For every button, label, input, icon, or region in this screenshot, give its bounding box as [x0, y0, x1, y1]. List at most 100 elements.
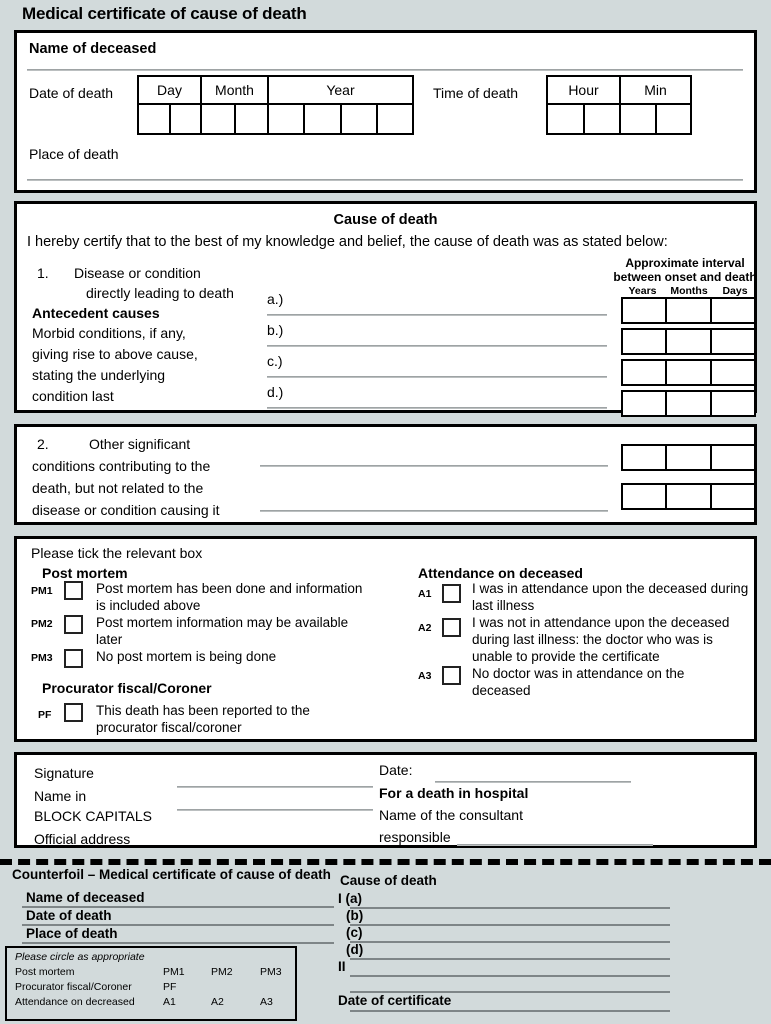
other-line-1: Other significant	[89, 436, 191, 452]
other-interval-1-months[interactable]	[667, 446, 712, 469]
other-conditions-input-2[interactable]	[260, 510, 608, 512]
counterfoil-cause-input-c[interactable]	[350, 941, 670, 943]
date-cell-day-2[interactable]	[171, 105, 201, 133]
date-cell-day-1[interactable]	[139, 105, 171, 133]
date-cell-year-3[interactable]	[342, 105, 378, 133]
cause-entry-label-d: d.)	[267, 384, 284, 400]
a2-checkbox[interactable]	[442, 618, 461, 637]
a1-checkbox[interactable]	[442, 584, 461, 603]
date-cell-year-4[interactable]	[378, 105, 412, 133]
interval-row-d[interactable]	[621, 390, 756, 417]
interval-b-days[interactable]	[712, 330, 754, 353]
other-interval-1-days[interactable]	[712, 446, 754, 469]
date-input[interactable]	[435, 781, 631, 783]
date-header-day: Day	[139, 77, 200, 105]
counterfoil-cause-input-d[interactable]	[350, 958, 670, 960]
other-conditions-panel: 2. Other significant conditions contribu…	[14, 424, 757, 525]
pm1-checkbox[interactable]	[64, 581, 83, 600]
interval-row-a[interactable]	[621, 297, 756, 324]
cause-item-line-1: Disease or condition	[74, 265, 201, 281]
other-interval-2-months[interactable]	[667, 485, 712, 508]
other-interval-row-2[interactable]	[621, 483, 756, 510]
other-interval-row-1[interactable]	[621, 444, 756, 471]
tear-off-divider	[0, 859, 771, 865]
time-cell-min-2[interactable]	[657, 105, 691, 133]
counterfoil-title: Counterfoil – Medical certificate of cau…	[12, 867, 331, 882]
circle-row-1-code-2[interactable]: PM2	[211, 966, 233, 978]
date-of-death-grid[interactable]: Day Month Year	[137, 75, 414, 135]
pm3-checkbox[interactable]	[64, 649, 83, 668]
interval-row-c[interactable]	[621, 359, 756, 386]
antecedent-line-2: giving rise to above cause,	[32, 346, 198, 362]
time-of-death-grid[interactable]: Hour Min	[546, 75, 692, 135]
cause-entry-input-c[interactable]	[267, 376, 607, 378]
counterfoil-cause-input-a[interactable]	[350, 907, 670, 909]
circle-row-1-code-3[interactable]: PM3	[260, 966, 282, 978]
place-of-death-input[interactable]	[27, 179, 743, 181]
pf-label-line-2: procurator fiscal/coroner	[96, 720, 242, 735]
circle-row-3-code-2[interactable]: A2	[211, 996, 224, 1008]
date-cell-month-1[interactable]	[202, 105, 236, 133]
other-interval-1-years[interactable]	[623, 446, 668, 469]
counterfoil-place-of-death-input[interactable]	[22, 942, 334, 944]
cause-entry-input-b[interactable]	[267, 345, 607, 347]
interval-d-days[interactable]	[712, 392, 754, 415]
interval-b-years[interactable]	[623, 330, 668, 353]
counterfoil-name-of-deceased-label: Name of deceased	[26, 890, 145, 905]
cause-item-number: 1.	[37, 265, 49, 281]
interval-c-days[interactable]	[712, 361, 754, 384]
circle-row-3-code-1[interactable]: A1	[163, 996, 176, 1008]
a2-label-line-3: unable to provide the certificate	[472, 649, 660, 664]
name-in-block-capitals-input[interactable]	[177, 809, 373, 811]
circle-row-1-code-1[interactable]: PM1	[163, 966, 185, 978]
pm2-checkbox[interactable]	[64, 615, 83, 634]
interval-d-years[interactable]	[623, 392, 668, 415]
time-of-death-label: Time of death	[433, 85, 519, 101]
other-conditions-input-1[interactable]	[260, 465, 608, 467]
date-cell-month-2[interactable]	[236, 105, 268, 133]
cause-of-death-heading: Cause of death	[333, 212, 438, 228]
cause-entry-input-a[interactable]	[267, 314, 607, 316]
interval-b-months[interactable]	[667, 330, 712, 353]
cause-entry-label-c: c.)	[267, 353, 283, 369]
interval-column-months: Months	[670, 285, 708, 297]
interval-a-years[interactable]	[623, 299, 668, 322]
interval-a-months[interactable]	[667, 299, 712, 322]
time-cell-hour-2[interactable]	[585, 105, 620, 133]
interval-a-days[interactable]	[712, 299, 754, 322]
name-of-deceased-input[interactable]	[27, 69, 743, 71]
a3-checkbox[interactable]	[442, 666, 461, 685]
interval-c-months[interactable]	[667, 361, 712, 384]
circle-instruction: Please circle as appropriate	[15, 951, 145, 963]
a2-label-line-1: I was not in attendance upon the decease…	[472, 615, 730, 630]
interval-c-years[interactable]	[623, 361, 668, 384]
other-interval-2-days[interactable]	[712, 485, 754, 508]
pm1-label-line-2: is included above	[96, 598, 201, 613]
date-cell-year-1[interactable]	[269, 105, 306, 133]
interval-d-months[interactable]	[667, 392, 712, 415]
a2-label-line-2: during last illness: the doctor who was …	[472, 632, 713, 647]
circle-row-3-code-3[interactable]: A3	[260, 996, 273, 1008]
counterfoil-cause-heading: Cause of death	[340, 873, 437, 888]
date-cell-year-2[interactable]	[305, 105, 342, 133]
time-cell-hour-1[interactable]	[548, 105, 585, 133]
date-header-month: Month	[202, 77, 267, 105]
counterfoil-cause-input-ii-1[interactable]	[350, 975, 670, 977]
other-interval-2-years[interactable]	[623, 485, 668, 508]
a1-code: A1	[418, 588, 432, 600]
consultant-input[interactable]	[457, 844, 653, 846]
consultant-label-line-2: responsible	[379, 829, 451, 845]
pf-checkbox[interactable]	[64, 703, 83, 722]
counterfoil-date-of-certificate-input[interactable]	[350, 1010, 670, 1012]
pf-label-line-1: This death has been reported to the	[96, 703, 310, 718]
consultant-label-line-1: Name of the consultant	[379, 807, 523, 823]
attendance-heading: Attendance on deceased	[418, 565, 583, 581]
signature-input[interactable]	[177, 786, 373, 788]
circle-row-2-code-1[interactable]: PF	[163, 981, 176, 993]
interval-row-b[interactable]	[621, 328, 756, 355]
cause-entry-input-d[interactable]	[267, 407, 607, 409]
time-cell-min-1[interactable]	[621, 105, 657, 133]
cause-of-death-panel: Cause of death I hereby certify that to …	[14, 201, 757, 417]
counterfoil-cause-input-b[interactable]	[350, 924, 670, 926]
circle-row-2-label: Procurator fiscal/Coroner	[15, 981, 132, 993]
